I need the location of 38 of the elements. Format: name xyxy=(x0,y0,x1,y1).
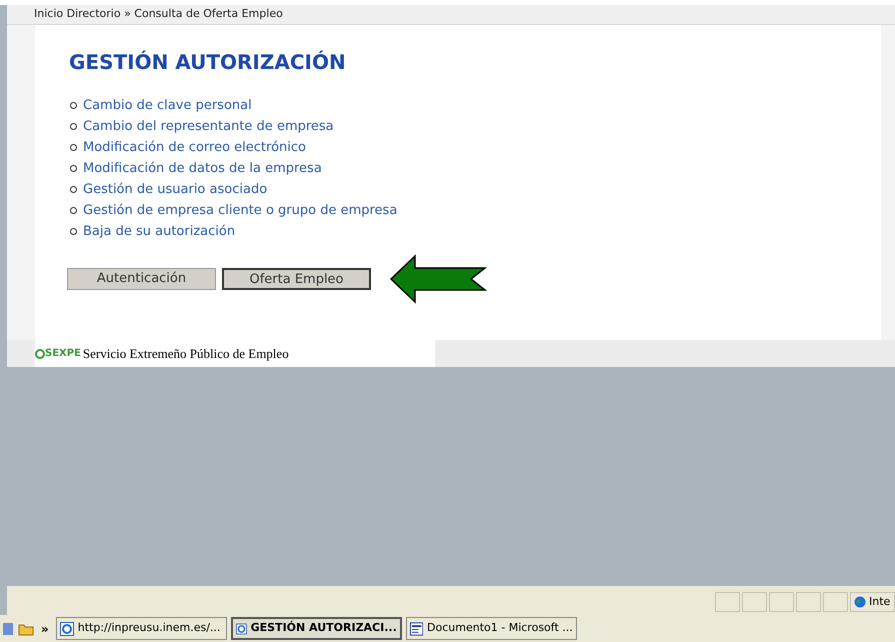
menu-link[interactable]: Cambio del representante de empresa xyxy=(83,116,334,136)
bullet-icon xyxy=(70,228,77,235)
breadcrumb: Inicio Directorio » Consulta de Oferta Empleo xyxy=(34,6,283,22)
status-pane xyxy=(742,592,767,612)
bullet-icon xyxy=(70,165,77,172)
taskbar-button[interactable]: http://inpreusu.inem.es/... xyxy=(56,617,227,640)
bullet-icon xyxy=(70,144,77,151)
bullet-icon xyxy=(70,123,77,130)
form-button[interactable]: Autenticación xyxy=(67,268,216,290)
chevron-button[interactable]: » xyxy=(41,620,49,638)
globe-icon xyxy=(854,596,866,608)
menu-link[interactable]: Baja de su autorización xyxy=(83,222,236,242)
taskbar-button[interactable]: Documento1 - Microsoft ... xyxy=(406,617,577,640)
quicklaunch-icon[interactable] xyxy=(2,622,14,636)
logo-icon xyxy=(35,348,45,358)
browser-icon xyxy=(60,622,74,636)
browser-icon xyxy=(236,622,247,636)
arrow-icon xyxy=(389,254,487,304)
bullet-icon xyxy=(70,186,77,193)
zone-label: Inte xyxy=(869,594,890,610)
menu-link[interactable]: Gestión de usuario asociado xyxy=(83,180,268,200)
taskbar-button[interactable]: GESTIÓN AUTORIZACI... xyxy=(230,617,402,640)
folder-icon[interactable] xyxy=(18,622,34,636)
status-pane xyxy=(796,592,821,612)
document-icon xyxy=(410,622,424,636)
menu-link[interactable]: Cambio de clave personal xyxy=(83,96,252,116)
status-pane xyxy=(823,592,848,612)
menu-link[interactable]: Modificación de datos de la empresa xyxy=(83,158,322,178)
page-title: GESTIÓN AUTORIZACIÓN xyxy=(69,49,346,76)
logo-text: SEXPE xyxy=(45,348,81,358)
bullet-icon xyxy=(70,102,77,109)
bullet-icon xyxy=(70,207,77,214)
status-pane xyxy=(769,592,794,612)
menu-link[interactable]: Modificación de correo electrónico xyxy=(83,138,306,158)
form-button[interactable]: Oferta Empleo xyxy=(222,268,371,290)
menu-link[interactable]: Gestión de empresa cliente o grupo de empresa xyxy=(83,200,398,220)
status-pane xyxy=(715,592,740,612)
footer-text: Servicio Extremeño Público de Empleo xyxy=(82,344,289,363)
